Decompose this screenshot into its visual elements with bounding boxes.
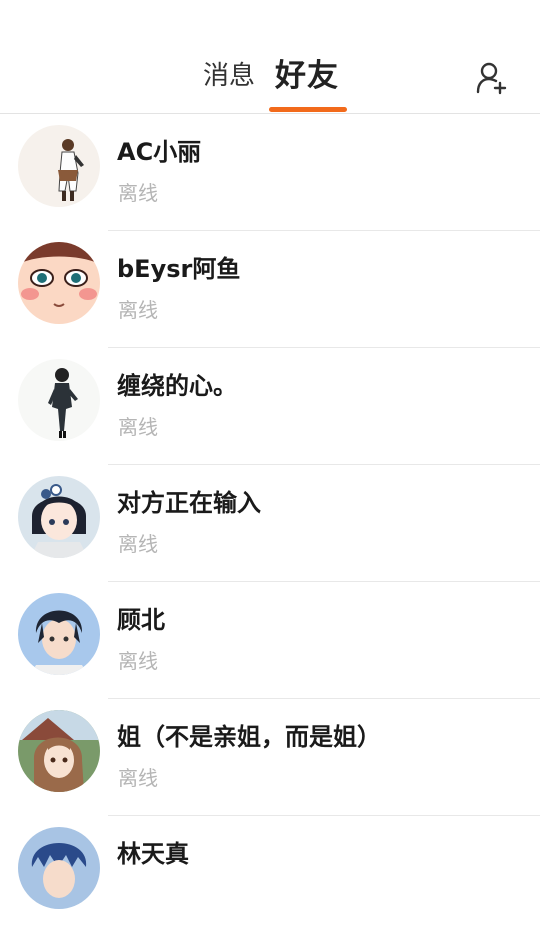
friend-status: 离线 xyxy=(118,766,158,790)
friend-row[interactable]: 林天真 xyxy=(0,816,540,933)
add-friend-button[interactable] xyxy=(472,58,512,98)
friend-name: 顾北 xyxy=(117,606,165,634)
avatar xyxy=(18,827,100,909)
tab-messages[interactable]: 消息 xyxy=(203,58,255,94)
friend-status: 离线 xyxy=(118,181,158,205)
friend-row[interactable]: 姐（不是亲姐，而是姐） 离线 xyxy=(0,699,540,816)
friend-name: 姐（不是亲姐，而是姐） xyxy=(117,723,381,751)
tab-friends[interactable]: 好友 xyxy=(275,58,339,94)
friend-name: 缠绕的心。 xyxy=(117,372,237,400)
friend-row[interactable]: 顾北 离线 xyxy=(0,582,540,699)
friend-row[interactable]: 对方正在输入 离线 xyxy=(0,465,540,582)
avatar xyxy=(18,242,100,324)
top-bar: 消息 好友 xyxy=(0,0,540,114)
friend-name: 林天真 xyxy=(117,840,189,868)
friend-name: AC小丽 xyxy=(117,138,202,166)
friend-name: 对方正在输入 xyxy=(117,489,261,517)
avatar xyxy=(18,476,100,558)
friend-status: 离线 xyxy=(118,298,158,322)
friend-status: 离线 xyxy=(118,532,158,556)
avatar xyxy=(18,710,100,792)
friend-name: bEysr阿鱼 xyxy=(117,255,241,283)
friend-status: 离线 xyxy=(118,415,158,439)
avatar xyxy=(18,125,100,207)
avatar xyxy=(18,359,100,441)
friend-row[interactable]: 缠绕的心。 离线 xyxy=(0,348,540,465)
avatar xyxy=(18,593,100,675)
friend-status: 离线 xyxy=(118,649,158,673)
add-user-icon xyxy=(476,62,507,95)
active-tab-indicator xyxy=(269,107,347,112)
friend-row[interactable]: AC小丽 离线 xyxy=(0,114,540,231)
friend-row[interactable]: bEysr阿鱼 离线 xyxy=(0,231,540,348)
friend-list: AC小丽 离线 bEysr阿鱼 离线 缠绕的心。 离线 对方正在输入 离线 顾北… xyxy=(0,114,540,933)
